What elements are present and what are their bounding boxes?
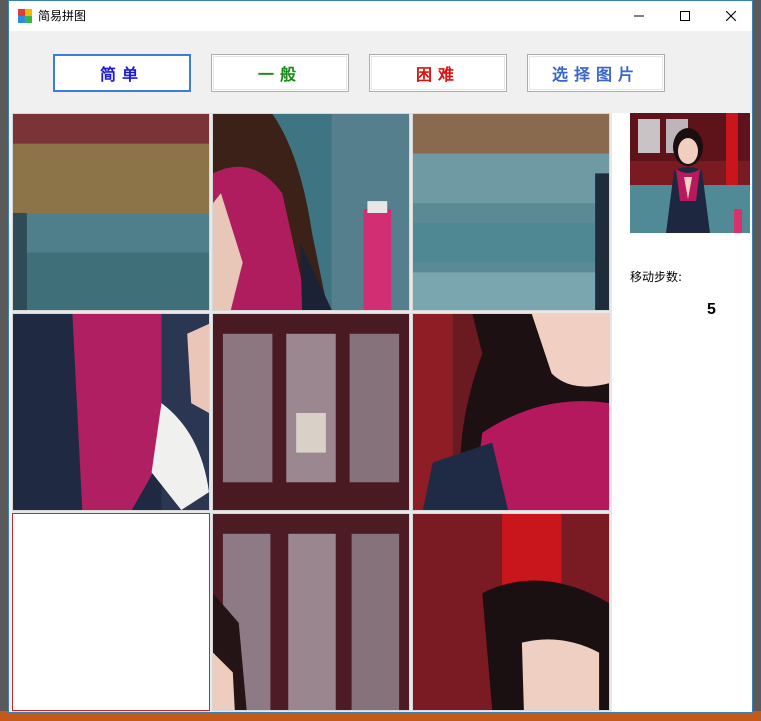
maximize-button[interactable] xyxy=(662,1,708,31)
move-count-value: 5 xyxy=(707,301,716,318)
puzzle-tile-window-lattice-edge[interactable] xyxy=(212,513,410,711)
window-title: 简易拼图 xyxy=(38,9,87,23)
puzzle-tile-face-scarf[interactable] xyxy=(412,313,610,511)
puzzle-tile-bokeh-steps-left[interactable] xyxy=(12,113,210,311)
easy-difficulty-button[interactable]: 简单 xyxy=(53,54,191,92)
side-panel: 移动步数: 5 xyxy=(612,113,752,712)
choose-image-button[interactable]: 选择图片 xyxy=(527,54,665,92)
puzzle-board xyxy=(12,113,612,712)
puzzle-app-icon xyxy=(17,8,33,24)
puzzle-tile-steps-pink-bottle[interactable] xyxy=(412,113,610,311)
app-window: 简易拼图 简单 一般 困难 选择图片 移动步数: 5 xyxy=(8,0,753,713)
title-bar: 简易拼图 xyxy=(9,1,752,31)
puzzle-tile-hands-scarf[interactable] xyxy=(212,113,410,311)
close-button[interactable] xyxy=(708,1,752,31)
minimize-button[interactable] xyxy=(616,1,662,31)
move-count-label: 移动步数: xyxy=(630,270,683,284)
puzzle-tile-red-pillar-hair[interactable] xyxy=(412,513,610,711)
puzzle-tile-window-lattice[interactable] xyxy=(212,313,410,511)
normal-difficulty-button[interactable]: 一般 xyxy=(211,54,349,92)
puzzle-empty-slot[interactable] xyxy=(12,513,210,711)
preview-image xyxy=(630,113,750,233)
hard-difficulty-button[interactable]: 困难 xyxy=(369,54,507,92)
puzzle-tile-arm-scarf-sleeve[interactable] xyxy=(12,313,210,511)
